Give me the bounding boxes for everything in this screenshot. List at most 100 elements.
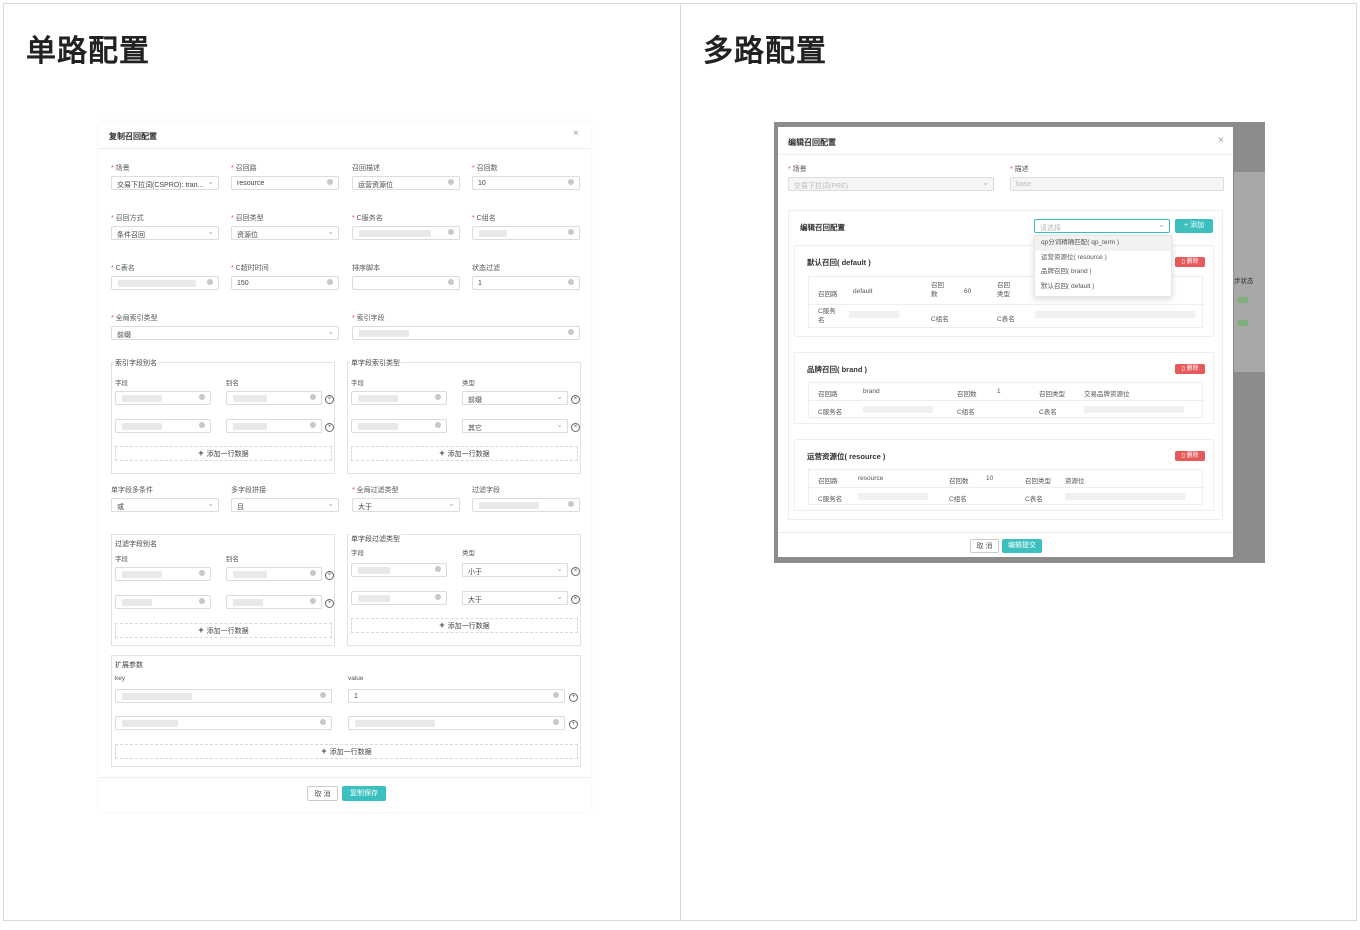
clear-icon[interactable] (320, 719, 326, 725)
clear-icon[interactable] (568, 501, 574, 507)
clear-icon[interactable] (199, 598, 205, 604)
clear-icon[interactable] (568, 329, 574, 335)
type-select[interactable]: 小于 ⌄ (462, 563, 568, 577)
add-button[interactable]: + 添加 (1175, 219, 1213, 233)
field-input[interactable] (115, 419, 211, 433)
clear-icon[interactable] (199, 394, 205, 400)
clear-icon[interactable] (568, 179, 574, 185)
global-filter-type-select[interactable]: 大于 ⌄ (352, 498, 460, 512)
copy-recall-modal: 复制召回配置 × 场景 交易下拉词(CSPRO): tran...⌄ 召回路 r… (99, 122, 591, 812)
clear-icon[interactable] (310, 394, 316, 400)
alias-input[interactable] (226, 595, 322, 609)
delete-button[interactable]: ▯ 删除 (1175, 364, 1205, 374)
clear-icon[interactable] (199, 422, 205, 428)
add-row-button[interactable]: + 添加一行数据 (115, 446, 332, 461)
remove-row-icon[interactable]: × (571, 567, 580, 576)
add-row-button[interactable]: + 添加一行数据 (351, 446, 578, 461)
type-select[interactable]: 其它 ⌄ (462, 419, 568, 433)
recall-path-input[interactable]: resource (231, 176, 339, 190)
remove-row-icon[interactable]: × (325, 395, 334, 404)
close-icon[interactable]: × (573, 128, 579, 139)
filter-field-input[interactable] (472, 498, 580, 512)
remove-row-icon[interactable]: × (571, 395, 580, 404)
multi-field-concat-select[interactable]: 且 ⌄ (231, 498, 339, 512)
delete-button[interactable]: ▯ 删除 (1175, 257, 1205, 267)
remove-row-icon[interactable]: × (571, 423, 580, 432)
add-row-button[interactable]: + 添加一行数据 (115, 744, 578, 759)
delete-button[interactable]: ▯ 删除 (1175, 451, 1205, 461)
recall-select[interactable]: 请选择 ⌄ (1034, 219, 1170, 233)
value-input[interactable] (348, 716, 565, 730)
recall-type-select[interactable]: 资源位 ⌄ (231, 226, 339, 240)
add-row-button[interactable]: + 添加一行数据 (351, 618, 578, 633)
field-input[interactable] (351, 419, 447, 433)
clear-icon[interactable] (553, 692, 559, 698)
type-select[interactable]: 前缀 ⌄ (462, 391, 568, 405)
single-field-multi-cond-select[interactable]: 或 ⌄ (111, 498, 219, 512)
key-input[interactable] (115, 716, 332, 730)
c-timeout-input[interactable]: 150 (231, 276, 339, 290)
clear-icon[interactable] (310, 570, 316, 576)
add-circle-icon[interactable]: + (569, 693, 578, 702)
remove-row-icon[interactable]: × (571, 595, 580, 604)
clear-icon[interactable] (448, 179, 454, 185)
clear-icon[interactable] (568, 279, 574, 285)
dropdown-option[interactable]: 默认召回( default ) (1035, 280, 1171, 295)
dropdown-option[interactable]: qp分词精确匹配( qp_term ) (1035, 236, 1171, 251)
global-index-type-select[interactable]: 前缀 ⌄ (111, 326, 339, 340)
field-input[interactable] (115, 567, 211, 581)
scene-select[interactable]: 交易下拉词(CSPRO): tran... ⌄ (111, 176, 219, 190)
key-input[interactable] (115, 689, 332, 703)
clear-icon[interactable] (568, 229, 574, 235)
cell-value: 资源位 (1065, 478, 1085, 485)
add-circle-icon[interactable]: + (569, 720, 578, 729)
clear-icon[interactable] (310, 598, 316, 604)
remove-row-icon[interactable]: × (325, 571, 334, 580)
field-input[interactable] (351, 563, 447, 577)
field-input[interactable] (115, 595, 211, 609)
c-service-label: C服务名 (352, 213, 383, 223)
type-select[interactable]: 大于 ⌄ (462, 591, 568, 605)
alias-input[interactable] (226, 567, 322, 581)
c-service-input[interactable] (352, 226, 460, 240)
clear-icon[interactable] (320, 692, 326, 698)
clear-icon[interactable] (327, 279, 333, 285)
close-icon[interactable]: × (1218, 135, 1224, 146)
cancel-button[interactable]: 取 消 (307, 786, 338, 801)
clear-icon[interactable] (435, 422, 441, 428)
recall-desc-input[interactable]: 运营资源位 (352, 176, 460, 190)
index-field-input[interactable] (352, 326, 580, 340)
field-input[interactable] (351, 591, 447, 605)
clear-icon[interactable] (327, 179, 333, 185)
clear-icon[interactable] (207, 279, 213, 285)
recall-method-select[interactable]: 条件召回 ⌄ (111, 226, 219, 240)
recall-count-input[interactable]: 10 (472, 176, 580, 190)
cancel-button[interactable]: 取 消 (970, 539, 999, 553)
edit-submit-button[interactable]: 编辑提交 (1002, 539, 1042, 553)
clear-icon[interactable] (199, 570, 205, 576)
clear-icon[interactable] (448, 229, 454, 235)
clear-icon[interactable] (553, 719, 559, 725)
clear-icon[interactable] (435, 594, 441, 600)
value-input[interactable]: 1 (348, 689, 565, 703)
remove-row-icon[interactable]: × (325, 599, 334, 608)
clear-icon[interactable] (448, 279, 454, 285)
copy-save-button[interactable]: 复制保存 (342, 786, 386, 801)
dropdown-option[interactable]: 运营资源位( resource ) (1035, 251, 1171, 266)
clear-icon[interactable] (310, 422, 316, 428)
alias-input[interactable] (226, 391, 322, 405)
sort-script-input[interactable] (352, 276, 460, 290)
c-table-input[interactable] (111, 276, 219, 290)
alias-input[interactable] (226, 419, 322, 433)
c-group-input[interactable] (472, 226, 580, 240)
field-input[interactable] (115, 391, 211, 405)
clear-icon[interactable] (435, 394, 441, 400)
status-filter-input[interactable]: 1 (472, 276, 580, 290)
scene-select[interactable]: 交易下拉词(PRE) ⌄ (788, 177, 994, 191)
desc-input[interactable]: base (1010, 177, 1224, 191)
clear-icon[interactable] (435, 566, 441, 572)
remove-row-icon[interactable]: × (325, 423, 334, 432)
dropdown-option[interactable]: 品牌召回( brand ) (1035, 265, 1171, 280)
add-row-button[interactable]: + 添加一行数据 (115, 623, 332, 638)
field-input[interactable] (351, 391, 447, 405)
